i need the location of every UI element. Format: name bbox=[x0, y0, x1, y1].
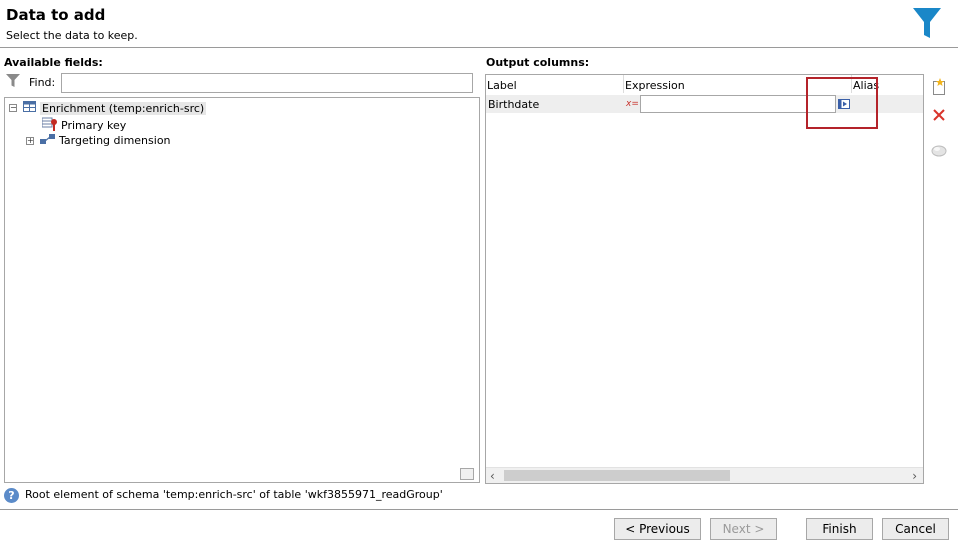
tree-item-targeting-dimension[interactable]: + Targeting dimension bbox=[26, 133, 171, 148]
expression-icon: x= bbox=[626, 99, 639, 109]
scroll-thumb[interactable] bbox=[504, 470, 730, 481]
detail-icon bbox=[931, 145, 947, 157]
delete-icon bbox=[933, 109, 945, 121]
output-columns-label: Output columns: bbox=[486, 56, 590, 69]
detail-button[interactable] bbox=[930, 141, 948, 159]
delete-column-button[interactable] bbox=[930, 106, 948, 124]
column-header-label[interactable]: Label bbox=[487, 79, 517, 92]
horizontal-scrollbar[interactable]: ‹ › bbox=[486, 467, 923, 483]
scroll-left-icon[interactable]: ‹ bbox=[490, 469, 495, 483]
available-fields-tree[interactable]: − Enrichment (temp:enrich-src) Primary k… bbox=[4, 97, 480, 483]
scroll-right-icon[interactable]: › bbox=[912, 469, 917, 483]
highlight-annotation bbox=[806, 77, 878, 129]
page-title: Data to add bbox=[6, 6, 106, 24]
tree-options-button[interactable] bbox=[460, 468, 474, 480]
filter-icon bbox=[6, 74, 20, 91]
header-divider bbox=[0, 47, 958, 48]
row-label: Birthdate bbox=[488, 98, 540, 111]
expand-toggle[interactable]: + bbox=[26, 136, 34, 145]
table-icon bbox=[23, 101, 36, 115]
add-icon bbox=[933, 78, 945, 95]
add-column-button[interactable] bbox=[930, 78, 948, 96]
next-button[interactable]: Next > bbox=[710, 518, 777, 540]
column-header-expression[interactable]: Expression bbox=[625, 79, 685, 92]
output-columns-grid[interactable]: Label Expression Alias Birthdate x= ‹ › bbox=[485, 74, 924, 484]
find-label: Find: bbox=[29, 76, 56, 89]
tree-item-label: Primary key bbox=[61, 119, 127, 132]
primary-key-icon bbox=[41, 117, 58, 134]
tree-item-label: Enrichment (temp:enrich-src) bbox=[40, 101, 207, 115]
footer-divider bbox=[0, 509, 958, 510]
previous-button[interactable]: < Previous bbox=[614, 518, 701, 540]
collapse-toggle[interactable]: − bbox=[9, 104, 17, 112]
link-icon bbox=[40, 133, 56, 148]
available-fields-label: Available fields: bbox=[4, 56, 103, 69]
page-subtitle: Select the data to keep. bbox=[6, 29, 138, 42]
info-icon: ? bbox=[4, 488, 19, 503]
funnel-icon bbox=[912, 6, 942, 43]
tree-item-label: Targeting dimension bbox=[59, 134, 171, 147]
cancel-button[interactable]: Cancel bbox=[882, 518, 949, 540]
find-input[interactable] bbox=[61, 73, 473, 93]
finish-button[interactable]: Finish bbox=[806, 518, 873, 540]
status-text: Root element of schema 'temp:enrich-src'… bbox=[25, 488, 443, 501]
column-divider bbox=[623, 75, 624, 93]
tree-item-enrichment[interactable]: − Enrichment (temp:enrich-src) bbox=[9, 101, 207, 115]
tree-item-primary-key[interactable]: Primary key bbox=[41, 117, 127, 134]
